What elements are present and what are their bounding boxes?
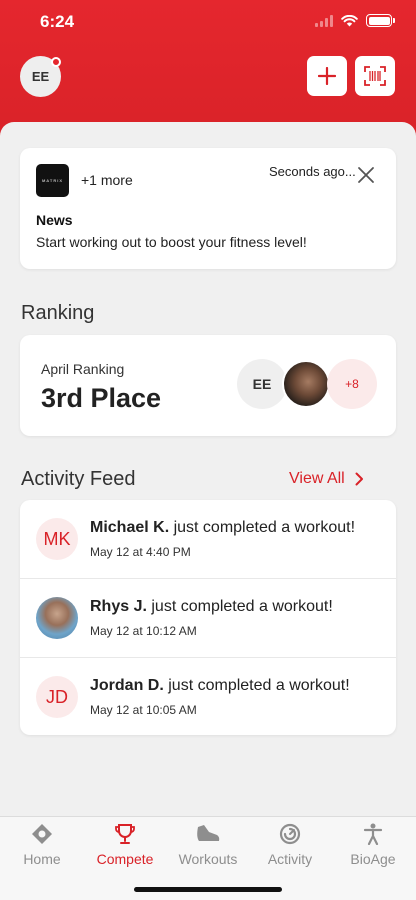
trophy-icon [115,824,135,844]
tab-label: Activity [267,851,313,867]
ranking-avatar-photo [282,360,330,408]
home-indicator [134,887,282,892]
add-button[interactable] [307,56,347,96]
feed-text: Jordan D. just completed a workout! [90,677,350,695]
scan-button[interactable] [355,56,395,96]
ranking-avatar-initials: EE [252,376,272,392]
feed-action: just completed a workout! [146,598,333,615]
ranking-section-title: Ranking [21,302,95,324]
feed-user-name: Michael K. [90,519,170,536]
logo-text: MATRIX [41,178,64,183]
avatar-initials: JD [46,686,68,707]
ranking-more-badge: +8 [327,359,377,409]
avatar: MK [36,518,78,560]
main-content: MATRIX +1 more Seconds ago... News Start… [0,122,416,816]
notification-dot [51,57,61,67]
tab-home[interactable]: Home [2,823,82,867]
shoe-icon [197,825,220,841]
qr-scan-icon [364,66,386,86]
status-bar: 6:24 [0,10,416,40]
plus-icon [318,67,336,85]
tab-workouts[interactable]: Workouts [168,823,248,867]
news-more-count: +1 more [81,172,133,188]
matrix-logo: MATRIX [36,164,69,197]
tab-compete[interactable]: Compete [85,823,165,867]
profile-initials: EE [31,69,50,84]
feed-date: May 12 at 4:40 PM [90,545,191,559]
activity-feed-list: MK Michael K. just completed a workout! … [20,500,396,735]
avatar [36,597,78,639]
profile-avatar[interactable]: EE [20,56,61,97]
activity-ring-icon [279,823,301,845]
ranking-avatar-self: EE [237,359,287,409]
ranking-value: 3rd Place [41,383,162,413]
news-card[interactable]: MATRIX +1 more Seconds ago... News Start… [20,148,396,269]
ranking-more-count: +8 [345,377,359,391]
feed-date: May 12 at 10:05 AM [90,703,197,717]
ranking-card[interactable]: April Ranking 3rd Place EE +8 [20,335,396,436]
feed-user-name: Rhys J. [90,598,147,615]
activity-feed-title: Activity Feed [21,468,136,490]
list-item[interactable]: MK Michael K. just completed a workout! … [20,500,396,578]
view-all-link[interactable]: View All [289,470,364,488]
feed-date: May 12 at 10:12 AM [90,624,197,638]
list-item[interactable]: JD Jordan D. just completed a workout! M… [20,657,396,735]
status-icons [315,14,395,27]
tab-activity[interactable]: Activity [250,823,330,867]
feed-action: just completed a workout! [163,677,350,694]
feed-text: Michael K. just completed a workout! [90,519,355,537]
feed-user-name: Jordan D. [90,677,164,694]
tab-label: Compete [96,851,154,867]
news-title: News [36,212,73,228]
view-all-label: View All [289,470,345,487]
home-icon [32,824,52,844]
tab-bioage[interactable]: BioAge [333,823,413,867]
close-icon[interactable] [356,165,376,185]
feed-action: just completed a workout! [169,519,356,536]
status-time: 6:24 [40,12,75,31]
cellular-signal-icon [315,14,333,27]
person-icon [363,823,383,845]
avatar: JD [36,676,78,718]
battery-icon [366,14,395,27]
list-item[interactable]: Rhys J. just completed a workout! May 12… [20,578,396,656]
ranking-label: April Ranking [41,361,125,377]
header: 6:24 EE [0,0,416,140]
avatar-initials: MK [43,528,71,549]
chevron-right-icon [355,472,363,486]
feed-text: Rhys J. just completed a workout! [90,598,333,616]
news-body: Start working out to boost your fitness … [36,234,307,250]
news-timestamp: Seconds ago... [269,164,356,179]
tab-label: Home [23,851,61,867]
wifi-icon [341,14,358,26]
tab-label: Workouts [178,851,238,867]
tab-label: BioAge [350,851,396,867]
